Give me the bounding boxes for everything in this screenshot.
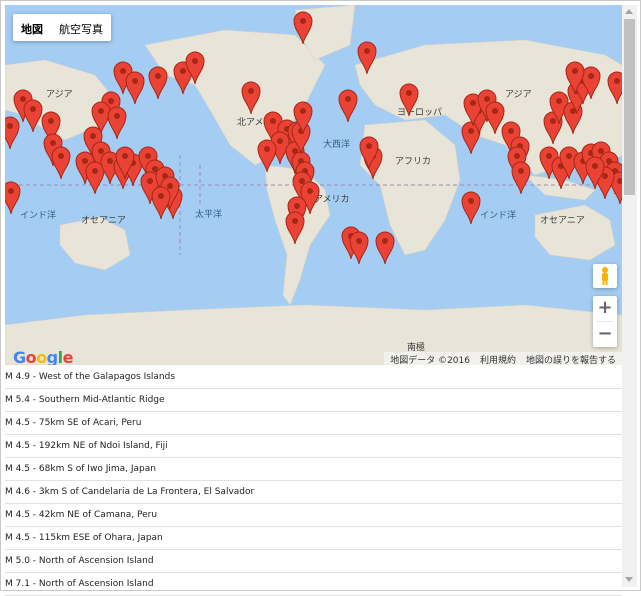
report-error-link[interactable]: 地図の誤りを報告する <box>526 353 616 365</box>
earthquake-list: M 4.9 - West of the Galapagos Islands M … <box>5 366 622 596</box>
map-marker-icon[interactable] <box>461 191 481 225</box>
map-marker-icon[interactable] <box>51 146 71 180</box>
label-asia-left: アジア <box>46 90 73 100</box>
map-marker-icon[interactable] <box>293 11 313 45</box>
map-marker-icon[interactable] <box>285 211 305 245</box>
zoom-control: + − <box>593 296 617 347</box>
map-type-satellite-button[interactable]: 航空写真 <box>51 14 111 41</box>
map-marker-icon[interactable] <box>5 116 20 150</box>
map-marker-icon[interactable] <box>349 231 369 265</box>
map-marker-icon[interactable] <box>241 81 261 115</box>
map-marker-icon[interactable] <box>293 101 313 135</box>
map-marker-icon[interactable] <box>565 61 585 95</box>
list-item[interactable]: M 5.4 - Southern Mid-Atlantic Ridge <box>5 389 622 412</box>
label-oceania-left: オセアニア <box>81 216 126 226</box>
label-indian-ocean-right: インド洋 <box>480 211 517 221</box>
map-marker-icon[interactable] <box>607 71 622 105</box>
label-pacific: 太平洋 <box>195 210 223 220</box>
map-marker-icon[interactable] <box>257 139 277 173</box>
label-africa: アフリカ <box>395 157 432 167</box>
map-marker-icon[interactable] <box>115 146 135 180</box>
list-item[interactable]: M 4.9 - West of the Galapagos Islands <box>5 366 622 389</box>
list-item[interactable]: M 4.5 - 75km SE of Acari, Peru <box>5 412 622 435</box>
map-attribution: 地図データ ©2016 利用規約 地図の誤りを報告する <box>384 352 622 365</box>
scroll-down-arrow-icon[interactable] <box>625 577 633 582</box>
map-marker-icon[interactable] <box>511 161 531 195</box>
label-oceania-right: オセアニア <box>540 216 585 226</box>
map-type-control: 地図 航空写真 <box>13 14 111 41</box>
zoom-in-button[interactable]: + <box>593 296 617 321</box>
list-item[interactable]: M 4.5 - 68km S of Iwo Jima, Japan <box>5 458 622 481</box>
map-marker-icon[interactable] <box>185 51 205 85</box>
map-marker-icon[interactable] <box>5 181 21 215</box>
label-asia-right: アジア <box>505 90 532 100</box>
label-atlantic: 大西洋 <box>323 140 351 150</box>
map-marker-icon[interactable] <box>148 66 168 100</box>
label-indian-ocean-left: インド洋 <box>20 211 57 221</box>
map-marker-icon[interactable] <box>375 231 395 265</box>
map-marker-icon[interactable] <box>338 89 358 123</box>
map-marker-icon[interactable] <box>151 186 171 220</box>
map-marker-icon[interactable] <box>357 41 377 75</box>
terms-link[interactable]: 利用規約 <box>480 353 516 365</box>
list-item[interactable]: M 4.5 - 42km NE of Camana, Peru <box>5 504 622 527</box>
map-marker-icon[interactable] <box>399 83 419 117</box>
map-marker-icon[interactable] <box>125 71 145 105</box>
scroll-up-arrow-icon[interactable] <box>625 9 633 14</box>
map-marker-icon[interactable] <box>107 106 127 140</box>
list-item[interactable]: M 5.0 - North of Ascension Island <box>5 550 622 573</box>
map-marker-icon[interactable] <box>359 136 379 170</box>
zoom-out-button[interactable]: − <box>593 322 617 347</box>
google-logo[interactable]: Google <box>13 348 73 365</box>
scrollbar-thumb[interactable] <box>624 19 635 195</box>
map-view[interactable]: アジア 北アメリカ 大西洋 ヨーロッパ アジア アフリカ 南アメリカ インド洋 … <box>5 5 622 365</box>
map-marker-icon[interactable] <box>585 156 605 190</box>
list-item[interactable]: M 4.6 - 3km S of Candelaria de La Fronte… <box>5 481 622 504</box>
map-marker-icon[interactable] <box>23 99 43 133</box>
list-item[interactable]: M 4.5 - 115km ESE of Ohara, Japan <box>5 527 622 550</box>
list-item[interactable]: M 7.1 - North of Ascension Island <box>5 573 622 596</box>
map-type-roadmap-button[interactable]: 地図 <box>13 14 51 41</box>
page-scrollbar[interactable] <box>622 5 637 587</box>
list-item[interactable]: M 4.5 - 192km NE of Ndoi Island, Fiji <box>5 435 622 458</box>
street-view-pegman-icon[interactable] <box>593 264 617 288</box>
map-data-credit: 地図データ ©2016 <box>390 356 470 365</box>
